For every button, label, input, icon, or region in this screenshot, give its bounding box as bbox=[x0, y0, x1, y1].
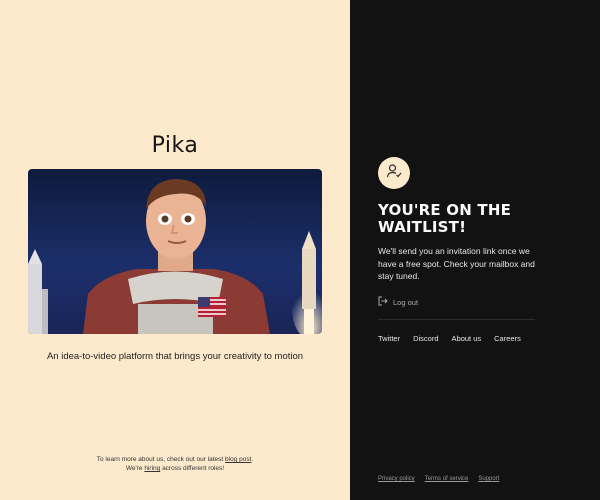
privacy-policy-link[interactable]: Privacy policy bbox=[378, 476, 415, 482]
footnote-hiring-suffix: across different roles! bbox=[160, 465, 225, 472]
footnote: To learn more about us, check out our la… bbox=[0, 455, 350, 473]
blog-post-link[interactable]: blog post bbox=[225, 456, 251, 463]
waitlist-heading: YOU'RE ON THE WAITLIST! bbox=[378, 201, 512, 236]
twitter-link[interactable]: Twitter bbox=[378, 334, 400, 343]
logout-label: Log out bbox=[393, 297, 419, 307]
divider bbox=[378, 319, 535, 320]
support-link[interactable]: Support bbox=[478, 476, 499, 482]
footnote-blog-prefix: To learn more about us, check out our la… bbox=[96, 456, 226, 463]
tagline: An idea-to-video platform that brings yo… bbox=[46, 351, 304, 362]
waitlist-avatar bbox=[378, 157, 410, 189]
pika-logo[interactable]: Pika bbox=[0, 133, 350, 158]
about-us-link[interactable]: About us bbox=[452, 334, 482, 343]
hero-image bbox=[28, 169, 322, 334]
footnote-blog-suffix: . bbox=[251, 456, 254, 463]
social-links: Twitter Discord About us Careers bbox=[378, 334, 521, 343]
user-check-icon bbox=[386, 163, 402, 184]
footnote-line-2: We're hiring across different roles! bbox=[0, 464, 350, 473]
careers-link[interactable]: Careers bbox=[494, 334, 521, 343]
logout-button[interactable]: Log out bbox=[378, 296, 418, 308]
footnote-hiring-prefix: We're bbox=[125, 465, 145, 472]
legal-links: Privacy policy Terms of service Support bbox=[378, 476, 499, 482]
logout-icon bbox=[378, 296, 388, 308]
discord-link[interactable]: Discord bbox=[413, 334, 438, 343]
terms-of-service-link[interactable]: Terms of service bbox=[425, 476, 469, 482]
hiring-link[interactable]: hiring bbox=[144, 465, 160, 472]
waitlist-message: We'll send you an invitation link once w… bbox=[378, 246, 535, 281]
footnote-line-1: To learn more about us, check out our la… bbox=[0, 455, 350, 464]
left-panel: Pika An idea-to-video platform that brin… bbox=[0, 0, 350, 500]
